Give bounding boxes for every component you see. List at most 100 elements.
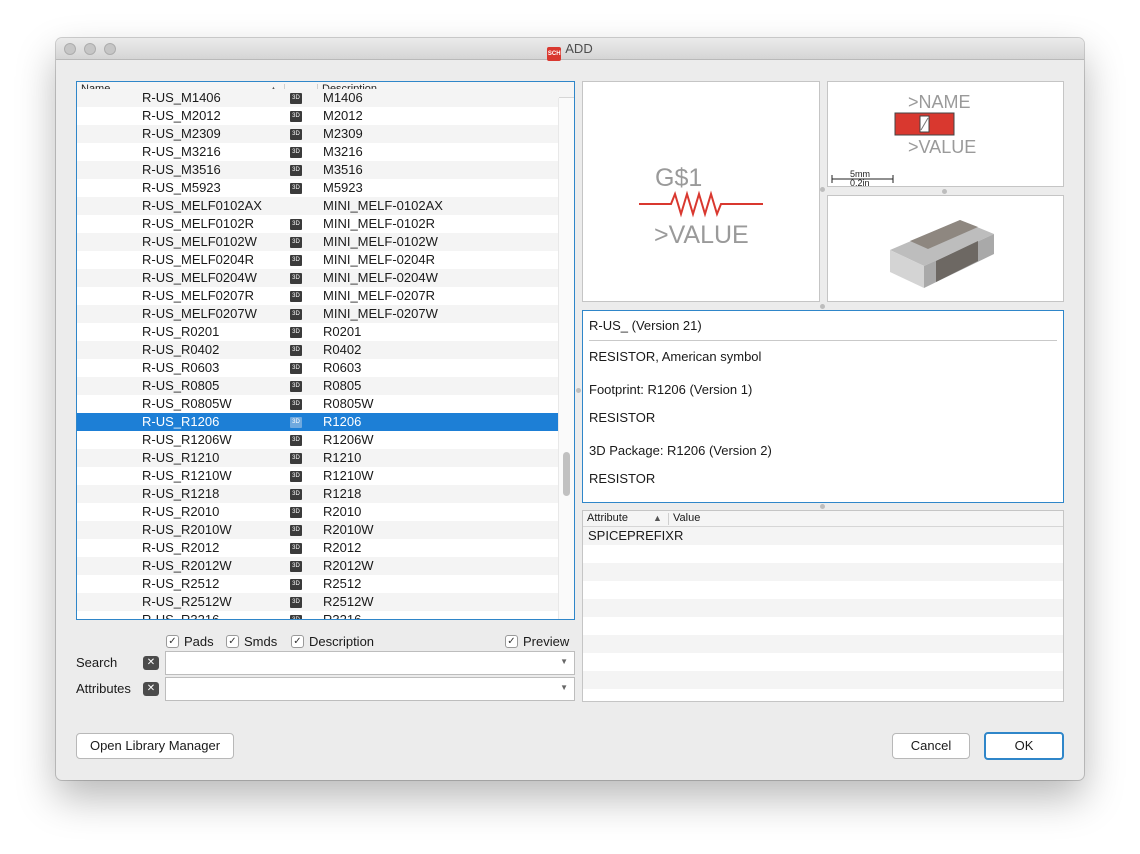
device-row[interactable]: R-US_R1210W 3D R1210W bbox=[77, 467, 559, 485]
pads-checkbox[interactable]: ✓ Pads bbox=[166, 634, 214, 649]
device-row[interactable]: R-US_MELF0207R 3D MINI_MELF-0207R bbox=[77, 287, 559, 305]
splitter-grip[interactable] bbox=[820, 187, 825, 192]
splitter-grip[interactable] bbox=[576, 388, 581, 393]
3d-model-icon: 3D bbox=[290, 129, 302, 140]
device-description: R1210W bbox=[323, 468, 374, 483]
attribute-column-header[interactable]: Attribute bbox=[587, 512, 628, 524]
device-description: R0402 bbox=[323, 342, 362, 357]
device-row[interactable]: R-US_R2012W 3D R2012W bbox=[77, 557, 559, 575]
3d-model-icon: 3D bbox=[290, 291, 302, 302]
smds-checkbox[interactable]: ✓ Smds bbox=[226, 634, 277, 649]
description-checkbox[interactable]: ✓ Description bbox=[291, 634, 374, 649]
device-row[interactable]: R-US_M1406 3D M1406 bbox=[77, 89, 559, 107]
device-row[interactable]: R-US_R0603 3D R0603 bbox=[77, 359, 559, 377]
3d-model-icon: 3D bbox=[290, 543, 302, 554]
device-description: R2512W bbox=[323, 594, 374, 609]
device-rows: R-US_M1406 3D M1406 R-US_M2012 3D M2012 R-US_M… bbox=[77, 89, 559, 620]
3d-model-icon: 3D bbox=[290, 273, 302, 284]
splitter-grip[interactable] bbox=[942, 189, 947, 194]
dropdown-arrow-icon: ▼ bbox=[560, 657, 568, 666]
3d-model-icon: 3D bbox=[290, 597, 302, 608]
device-name: R-US_R1218 bbox=[142, 486, 220, 501]
device-row[interactable]: R-US_MELF0204W 3D MINI_MELF-0204W bbox=[77, 269, 559, 287]
device-description: R2010 bbox=[323, 504, 362, 519]
splitter-grip[interactable] bbox=[820, 304, 825, 309]
ok-button[interactable]: OK bbox=[984, 732, 1064, 760]
device-description: MINI_MELF-0207R bbox=[323, 288, 435, 303]
device-description: MINI_MELF-0102AX bbox=[323, 198, 443, 213]
3d-model-icon: 3D bbox=[290, 471, 302, 482]
device-row[interactable]: R-US_M3216 3D M3216 bbox=[77, 143, 559, 161]
cancel-button[interactable]: Cancel bbox=[892, 733, 970, 759]
device-description: RESISTOR, American symbol bbox=[589, 349, 762, 364]
value-column-header[interactable]: Value bbox=[673, 512, 700, 524]
device-name: R-US_R2512W bbox=[142, 594, 232, 609]
device-description: R3216 bbox=[323, 612, 362, 620]
device-name: R-US_MELF0102R bbox=[142, 216, 254, 231]
device-row[interactable]: R-US_R2512W 3D R2512W bbox=[77, 593, 559, 611]
device-row[interactable]: R-US_MELF0102W 3D MINI_MELF-0102W bbox=[77, 233, 559, 251]
device-name: R-US_M2309 bbox=[142, 126, 221, 141]
device-description: R0603 bbox=[323, 360, 362, 375]
scrollbar-thumb[interactable] bbox=[563, 452, 570, 496]
3d-model-icon: 3D bbox=[290, 93, 302, 104]
device-description: M2012 bbox=[323, 108, 363, 123]
device-row[interactable]: R-US_MELF0102R 3D MINI_MELF-0102R bbox=[77, 215, 559, 233]
schematic-icon: SCH bbox=[547, 47, 562, 61]
device-description: R1210 bbox=[323, 450, 362, 465]
device-row[interactable]: R-US_R3216 3D R3216 bbox=[77, 611, 559, 620]
attributes-input[interactable]: ▼ bbox=[165, 677, 575, 701]
device-row[interactable]: R-US_MELF0102AX MINI_MELF-0102AX bbox=[77, 197, 559, 215]
device-row[interactable]: R-US_MELF0204R 3D MINI_MELF-0204R bbox=[77, 251, 559, 269]
device-name: R-US_R1210 bbox=[142, 450, 220, 465]
search-input[interactable]: ▼ bbox=[165, 651, 575, 675]
3d-model-icon: 3D bbox=[290, 363, 302, 374]
device-row[interactable]: R-US_R0805W 3D R0805W bbox=[77, 395, 559, 413]
device-row[interactable]: R-US_R2010 3D R2010 bbox=[77, 503, 559, 521]
check-icon: ✓ bbox=[226, 635, 239, 648]
device-description: R1206 bbox=[323, 414, 362, 429]
package-footprint: >NAME >VALUE 5mm 0.2in bbox=[831, 92, 976, 188]
splitter-grip[interactable] bbox=[820, 504, 825, 509]
device-row[interactable]: R-US_R1210 3D R1210 bbox=[77, 449, 559, 467]
device-row[interactable]: R-US_R2010W 3D R2010W bbox=[77, 521, 559, 539]
device-name: R-US_R1206W bbox=[142, 432, 232, 447]
device-description: R2012W bbox=[323, 558, 374, 573]
device-row[interactable]: R-US_M3516 3D M3516 bbox=[77, 161, 559, 179]
sort-ascending-icon: ▲ bbox=[653, 513, 662, 523]
attribute-name: SPICEPREFIX bbox=[588, 528, 674, 543]
device-row[interactable]: R-US_M2309 3D M2309 bbox=[77, 125, 559, 143]
3d-model-icon: 3D bbox=[290, 237, 302, 248]
device-description: MINI_MELF-0207W bbox=[323, 306, 438, 321]
device-description: R1218 bbox=[323, 486, 362, 501]
device-row[interactable]: R-US_R1218 3D R1218 bbox=[77, 485, 559, 503]
footprint-description: RESISTOR bbox=[589, 410, 656, 425]
device-name: R-US_M3516 bbox=[142, 162, 221, 177]
device-name: R-US_MELF0102AX bbox=[142, 198, 262, 213]
device-row[interactable]: R-US_R1206 3D R1206 bbox=[77, 413, 559, 431]
device-row[interactable]: R-US_R1206W 3D R1206W bbox=[77, 431, 559, 449]
device-description: MINI_MELF-0102W bbox=[323, 234, 438, 249]
device-row[interactable]: R-US_R2512 3D R2512 bbox=[77, 575, 559, 593]
attribute-row[interactable]: SPICEPREFIX R bbox=[583, 527, 1063, 545]
preview-checkbox[interactable]: ✓ Preview bbox=[505, 634, 569, 649]
symbol-value-label: >VALUE bbox=[654, 221, 749, 249]
device-details: R-US_ (Version 21) RESISTOR, American sy… bbox=[582, 310, 1064, 503]
3d-model-icon: 3D bbox=[290, 345, 302, 356]
device-row[interactable]: R-US_R0805 3D R0805 bbox=[77, 377, 559, 395]
device-row[interactable]: R-US_R0201 3D R0201 bbox=[77, 323, 559, 341]
device-list-scrollbar[interactable] bbox=[558, 98, 574, 619]
3d-model-icon: 3D bbox=[290, 525, 302, 536]
clear-attributes-icon[interactable]: ✕ bbox=[143, 682, 159, 696]
3d-model-icon: 3D bbox=[290, 561, 302, 572]
device-row[interactable]: R-US_M5923 3D M5923 bbox=[77, 179, 559, 197]
resistor-symbol: G$1 >VALUE bbox=[639, 164, 763, 249]
device-row[interactable]: R-US_R2012 3D R2012 bbox=[77, 539, 559, 557]
device-row[interactable]: R-US_MELF0207W 3D MINI_MELF-0207W bbox=[77, 305, 559, 323]
device-list[interactable]: Name ▲ Description R-US_M14063DM1406R-US… bbox=[76, 81, 575, 620]
device-row[interactable]: R-US_M2012 3D M2012 bbox=[77, 107, 559, 125]
open-library-manager-button[interactable]: Open Library Manager bbox=[76, 733, 234, 759]
device-row[interactable]: R-US_R0402 3D R0402 bbox=[77, 341, 559, 359]
clear-search-icon[interactable]: ✕ bbox=[143, 656, 159, 670]
symbol-name-label: G$1 bbox=[655, 164, 702, 192]
